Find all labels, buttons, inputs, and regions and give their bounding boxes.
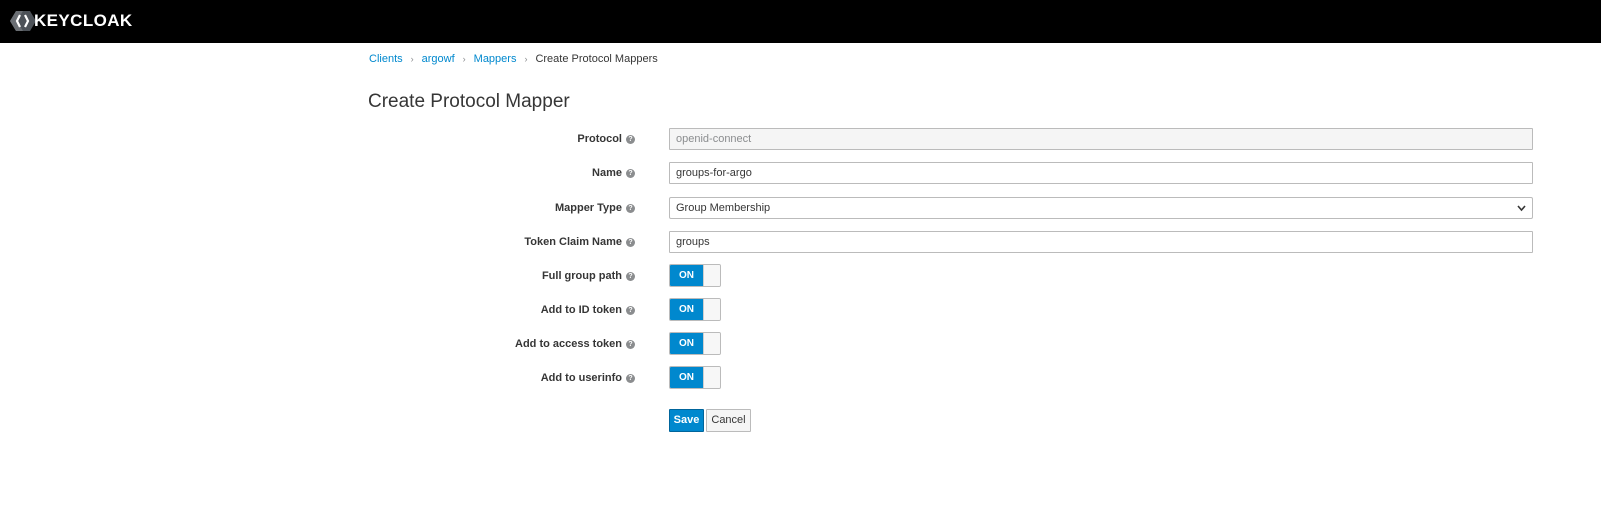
add-to-id-token-row: Add to ID token ? ON — [0, 298, 1601, 321]
toggle-on-label: ON — [670, 265, 703, 286]
chevron-down-icon — [1517, 205, 1526, 212]
question-circle-icon[interactable]: ? — [626, 168, 635, 178]
question-circle-icon[interactable]: ? — [626, 134, 635, 144]
add-to-userinfo-row: Add to userinfo ? ON — [0, 366, 1601, 389]
breadcrumb-separator: › — [524, 54, 528, 64]
add-to-access-token-label: Add to access token ? — [515, 333, 635, 355]
keycloak-logo[interactable]: KEYCLOAK — [9, 8, 133, 34]
add-to-userinfo-label: Add to userinfo ? — [541, 367, 635, 389]
mapper-type-label: Mapper Type ? — [555, 197, 635, 219]
mapper-type-row: Mapper Type ? Group Membership — [0, 197, 1601, 219]
token-claim-name-input[interactable] — [669, 231, 1533, 253]
question-circle-icon[interactable]: ? — [626, 203, 635, 213]
toggle-handle — [703, 333, 720, 354]
page-title: Create Protocol Mapper — [368, 91, 570, 112]
add-to-access-token-row: Add to access token ? ON — [0, 332, 1601, 355]
question-circle-icon[interactable]: ? — [626, 339, 635, 349]
add-to-id-token-toggle[interactable]: ON — [669, 298, 721, 321]
name-label: Name ? — [592, 162, 635, 184]
protocol-row: Protocol ? — [0, 128, 1601, 150]
name-input[interactable] — [669, 162, 1533, 184]
mapper-type-selected-value: Group Membership — [676, 202, 771, 214]
question-circle-icon[interactable]: ? — [626, 237, 635, 247]
breadcrumb-separator: › — [410, 54, 414, 64]
keycloak-hexagon-icon — [10, 11, 36, 31]
breadcrumb-clients[interactable]: Clients — [369, 51, 403, 67]
toggle-handle — [703, 299, 720, 320]
cancel-button[interactable]: Cancel — [706, 409, 751, 432]
toggle-handle — [703, 367, 720, 388]
toggle-on-label: ON — [670, 299, 703, 320]
question-circle-icon[interactable]: ? — [626, 271, 635, 281]
mapper-type-select[interactable]: Group Membership — [669, 197, 1533, 219]
breadcrumb-mappers[interactable]: Mappers — [474, 51, 517, 67]
save-button[interactable]: Save — [669, 409, 704, 432]
token-claim-name-row: Token Claim Name ? — [0, 231, 1601, 253]
full-group-path-toggle[interactable]: ON — [669, 264, 721, 287]
full-group-path-row: Full group path ? ON — [0, 264, 1601, 287]
breadcrumb: Clients › argowf › Mappers › Create Prot… — [369, 51, 658, 67]
top-navbar: KEYCLOAK — [0, 0, 1601, 43]
brand-name: KEYCLOAK — [34, 11, 133, 30]
protocol-input[interactable] — [669, 128, 1533, 150]
breadcrumb-argowf[interactable]: argowf — [422, 51, 455, 67]
breadcrumb-separator: › — [462, 54, 466, 64]
add-to-userinfo-toggle[interactable]: ON — [669, 366, 721, 389]
token-claim-name-label: Token Claim Name ? — [524, 231, 635, 253]
question-circle-icon[interactable]: ? — [626, 305, 635, 315]
breadcrumb-current: Create Protocol Mappers — [535, 53, 658, 65]
name-row: Name ? — [0, 162, 1601, 184]
question-circle-icon[interactable]: ? — [626, 373, 635, 383]
full-group-path-label: Full group path ? — [542, 265, 635, 287]
add-to-access-token-toggle[interactable]: ON — [669, 332, 721, 355]
protocol-label: Protocol ? — [577, 128, 635, 150]
toggle-on-label: ON — [670, 367, 703, 388]
add-to-id-token-label: Add to ID token ? — [541, 299, 635, 321]
toggle-handle — [703, 265, 720, 286]
toggle-on-label: ON — [670, 333, 703, 354]
